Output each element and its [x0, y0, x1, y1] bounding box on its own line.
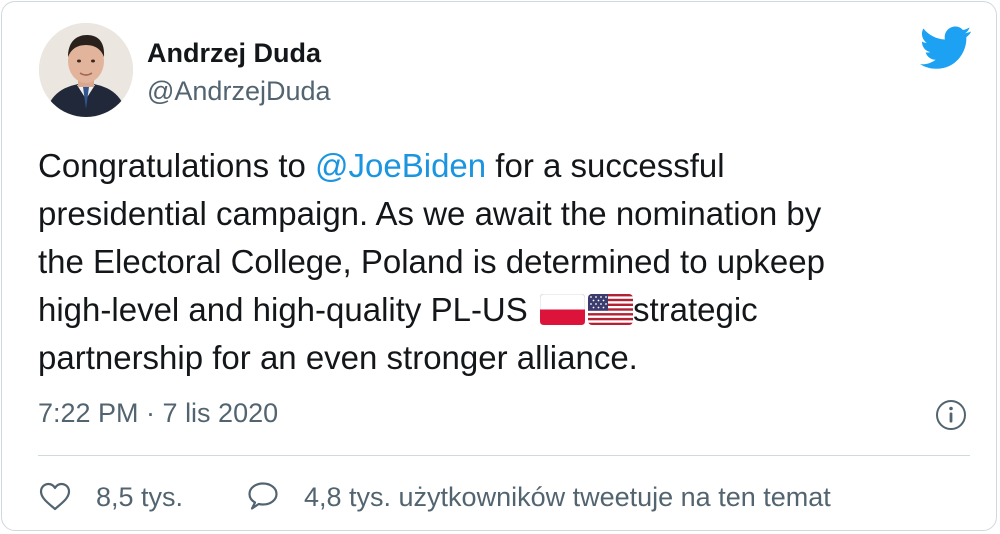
- tweet-line: Congratulations to @JoeBiden for a succe…: [38, 142, 968, 190]
- tweet-text: Congratulations to @JoeBiden for a succe…: [38, 142, 968, 382]
- speech-bubble-icon: [248, 482, 278, 510]
- conversation-link[interactable]: 4,8 tys. użytkowników tweetuje na ten te…: [246, 480, 831, 514]
- tweet-text-segment: high-level and high-quality PL-US: [38, 291, 537, 328]
- divider: [38, 455, 970, 456]
- poland-flag-icon: [539, 294, 585, 325]
- tweet-line: presidential campaign. As we await the n…: [38, 195, 822, 232]
- conversation-count: 4,8 tys. użytkowników tweetuje na ten te…: [304, 481, 831, 512]
- author-name[interactable]: Andrzej Duda: [147, 38, 321, 69]
- tweet-line: partnership for an even stronger allianc…: [38, 339, 638, 376]
- info-icon[interactable]: [935, 399, 967, 431]
- author-handle[interactable]: @AndrzejDuda: [147, 76, 331, 107]
- tweet-text-segment: strategic: [632, 291, 758, 328]
- mention-link[interactable]: @JoeBiden: [315, 147, 486, 184]
- heart-icon: [39, 482, 71, 511]
- avatar[interactable]: [39, 23, 133, 117]
- tweet-card[interactable]: Andrzej Duda @AndrzejDuda Congratulation…: [1, 1, 997, 531]
- tweet-timestamp[interactable]: 7:22 PM · 7 lis 2020: [38, 398, 278, 429]
- tweet-text-segment: Congratulations to: [38, 147, 316, 184]
- like-button[interactable]: 8,5 tys.: [38, 480, 183, 514]
- tweet-line: the Electoral College, Poland is determi…: [38, 243, 825, 280]
- us-flag-icon: [587, 294, 633, 325]
- twitter-bird-icon[interactable]: [919, 26, 972, 70]
- like-count: 8,5 tys.: [96, 481, 184, 512]
- tweet-line: high-level and high-quality PL-US strate…: [38, 286, 968, 334]
- tweet-text-segment: for a successful: [486, 147, 725, 184]
